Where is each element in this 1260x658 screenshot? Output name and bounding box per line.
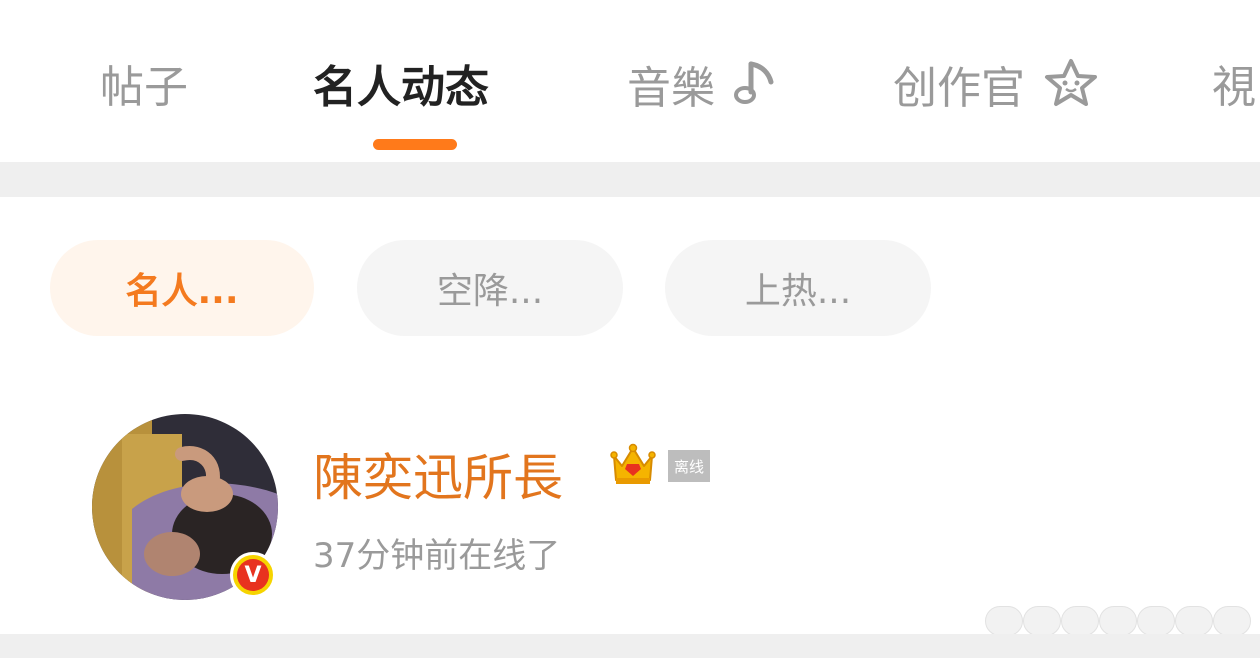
page-indicator [985,606,1251,636]
crown-icon [610,442,656,486]
star-icon [1043,58,1099,124]
bottom-divider [0,634,1260,658]
tab-video[interactable]: 視 [1212,58,1256,118]
filter-chip-airdrop[interactable]: 空降... [357,240,623,336]
tab-celebrity-news-label: 名人动态 [313,62,489,113]
tab-video-label: 視 [1212,62,1256,113]
tab-posts[interactable]: 帖子 [100,58,188,118]
active-tab-indicator [373,139,457,150]
filter-chip-trending[interactable]: 上热... [665,240,931,336]
verified-badge-text: V [237,559,269,591]
filter-chip-label: 名人... [125,271,239,312]
tab-music-label: 音樂 [627,63,715,114]
page-indicator-segment [1137,606,1175,636]
status-badge: 离线 [668,450,710,482]
filter-chip-celebrity[interactable]: 名人... [50,240,314,336]
section-divider [0,162,1260,197]
tab-posts-label: 帖子 [100,62,188,113]
page-indicator-segment [1099,606,1137,636]
tab-music[interactable]: 音樂 [627,58,779,124]
username[interactable]: 陳奕迅所長 [313,438,563,510]
page-indicator-segment [1023,606,1061,636]
tab-creator-label: 创作官 [893,63,1025,114]
page-indicator-segment [1213,606,1251,636]
music-note-icon [733,58,779,124]
last-seen-text: 37分钟前在线了 [313,536,561,576]
tab-creator[interactable]: 创作官 [893,58,1099,124]
filter-chip-label: 上热... [744,271,852,312]
verified-v-icon: V [230,552,276,598]
filter-chip-label: 空降... [436,271,544,312]
tab-celebrity-news[interactable]: 名人动态 [313,58,489,118]
tab-bar: 帖子 名人动态 音樂 创作官 視 [0,0,1260,160]
page-indicator-segment [985,606,1023,636]
page-indicator-segment [1175,606,1213,636]
page-indicator-segment [1061,606,1099,636]
